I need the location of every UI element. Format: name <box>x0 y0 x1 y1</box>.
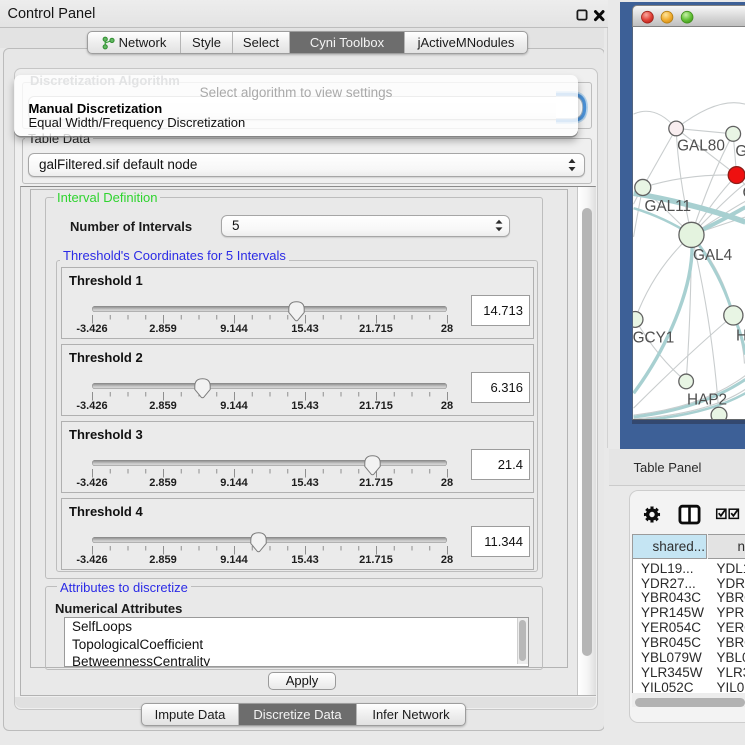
svg-text:GCY1: GCY1 <box>633 329 675 346</box>
svg-text:GA: GA <box>735 143 745 160</box>
svg-text:GAL4: GAL4 <box>693 247 733 264</box>
svg-text:H: H <box>736 327 745 344</box>
svg-text:GAL80: GAL80 <box>677 138 725 155</box>
svg-text:HAP2: HAP2 <box>687 392 727 409</box>
svg-text:GAL11: GAL11 <box>644 198 691 215</box>
